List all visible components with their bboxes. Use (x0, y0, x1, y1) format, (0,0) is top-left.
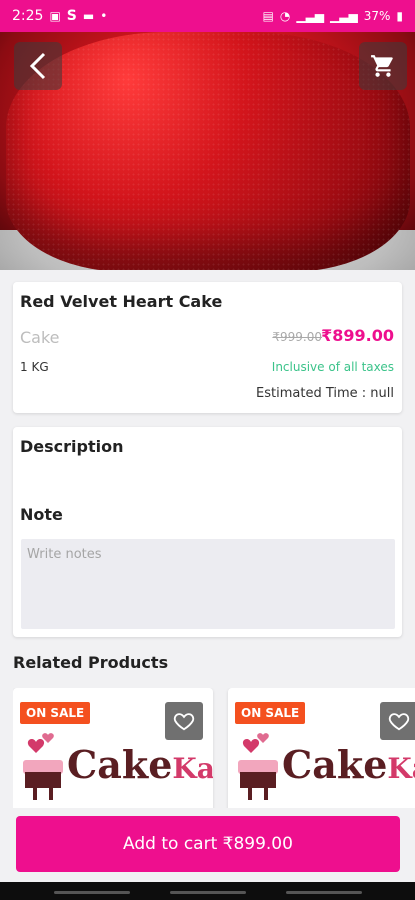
back-button[interactable] (14, 42, 62, 90)
chevron-left-icon (29, 52, 46, 80)
on-sale-badge: ON SALE (235, 702, 306, 724)
note-title: Note (20, 505, 63, 524)
heart-outline-icon (388, 713, 410, 731)
nav-recents[interactable] (54, 891, 130, 894)
product-name: Red Velvet Heart Cake (20, 292, 223, 311)
dot-icon: • (100, 9, 108, 23)
signal-icon: ▁▃▅ (330, 9, 358, 23)
product-category: Cake (20, 328, 60, 347)
add-to-cart-button[interactable]: Add to cart ₹899.00 (16, 816, 400, 872)
sale-price: ₹899.00 (321, 326, 394, 345)
s-icon: S (66, 8, 77, 24)
cakekar-logo: CakeKar (19, 732, 213, 808)
related-product-card[interactable]: CakeKar ON SALE (13, 688, 213, 808)
gallery-icon: ▣ (49, 9, 61, 23)
product-image (0, 32, 415, 270)
cakekar-logo: CakeKa (234, 732, 415, 808)
logo-suffix: Kar (172, 752, 213, 785)
battery-icon: ▮ (396, 9, 403, 23)
nav-home[interactable] (170, 891, 246, 894)
battery-level: 37% (363, 9, 391, 23)
status-left: 2:25 ▣ S ▬ • (12, 8, 107, 24)
related-products-list[interactable]: CakeKar ON SALE (13, 688, 415, 808)
cake-photo (6, 32, 410, 270)
wifi-icon: ◔ (279, 9, 291, 23)
favorite-button[interactable] (165, 702, 203, 740)
notes-input[interactable] (21, 539, 395, 629)
status-time: 2:25 (12, 8, 44, 24)
status-right: ▤ ◔ ▁▃▅ ▁▃▅ 37% ▮ (263, 9, 403, 23)
related-product-card[interactable]: CakeKa ON SALE (228, 688, 415, 808)
estimated-time: Estimated Time : null (256, 386, 394, 401)
related-products-title: Related Products (13, 653, 169, 672)
description-title: Description (20, 437, 124, 456)
nfc-icon: ▤ (262, 9, 274, 23)
original-price: ₹999.00 (272, 330, 322, 344)
logo-text: Cake (282, 742, 388, 787)
signal-icon: ▁▃▅ (296, 9, 325, 23)
tax-note: Inclusive of all taxes (271, 360, 394, 374)
product-info-card: Red Velvet Heart Cake Cake ₹999.00 ₹899.… (13, 282, 402, 413)
system-nav-bar (0, 882, 415, 900)
shopping-cart-icon (371, 55, 393, 77)
nav-back[interactable] (286, 891, 362, 894)
cart-button[interactable] (359, 42, 407, 90)
product-weight: 1 KG (20, 360, 49, 374)
description-card: Description Note (13, 427, 402, 637)
status-bar: 2:25 ▣ S ▬ • ▤ ◔ ▁▃▅ ▁▃▅ 37% ▮ (0, 0, 415, 32)
message-icon: ▬ (82, 9, 95, 23)
product-detail-screen: 2:25 ▣ S ▬ • ▤ ◔ ▁▃▅ ▁▃▅ 37% ▮ Red Velve… (0, 0, 415, 900)
heart-outline-icon (173, 713, 195, 731)
logo-text: Cake (67, 742, 173, 787)
on-sale-badge: ON SALE (20, 702, 91, 724)
favorite-button[interactable] (380, 702, 415, 740)
logo-suffix: Ka (387, 752, 415, 785)
